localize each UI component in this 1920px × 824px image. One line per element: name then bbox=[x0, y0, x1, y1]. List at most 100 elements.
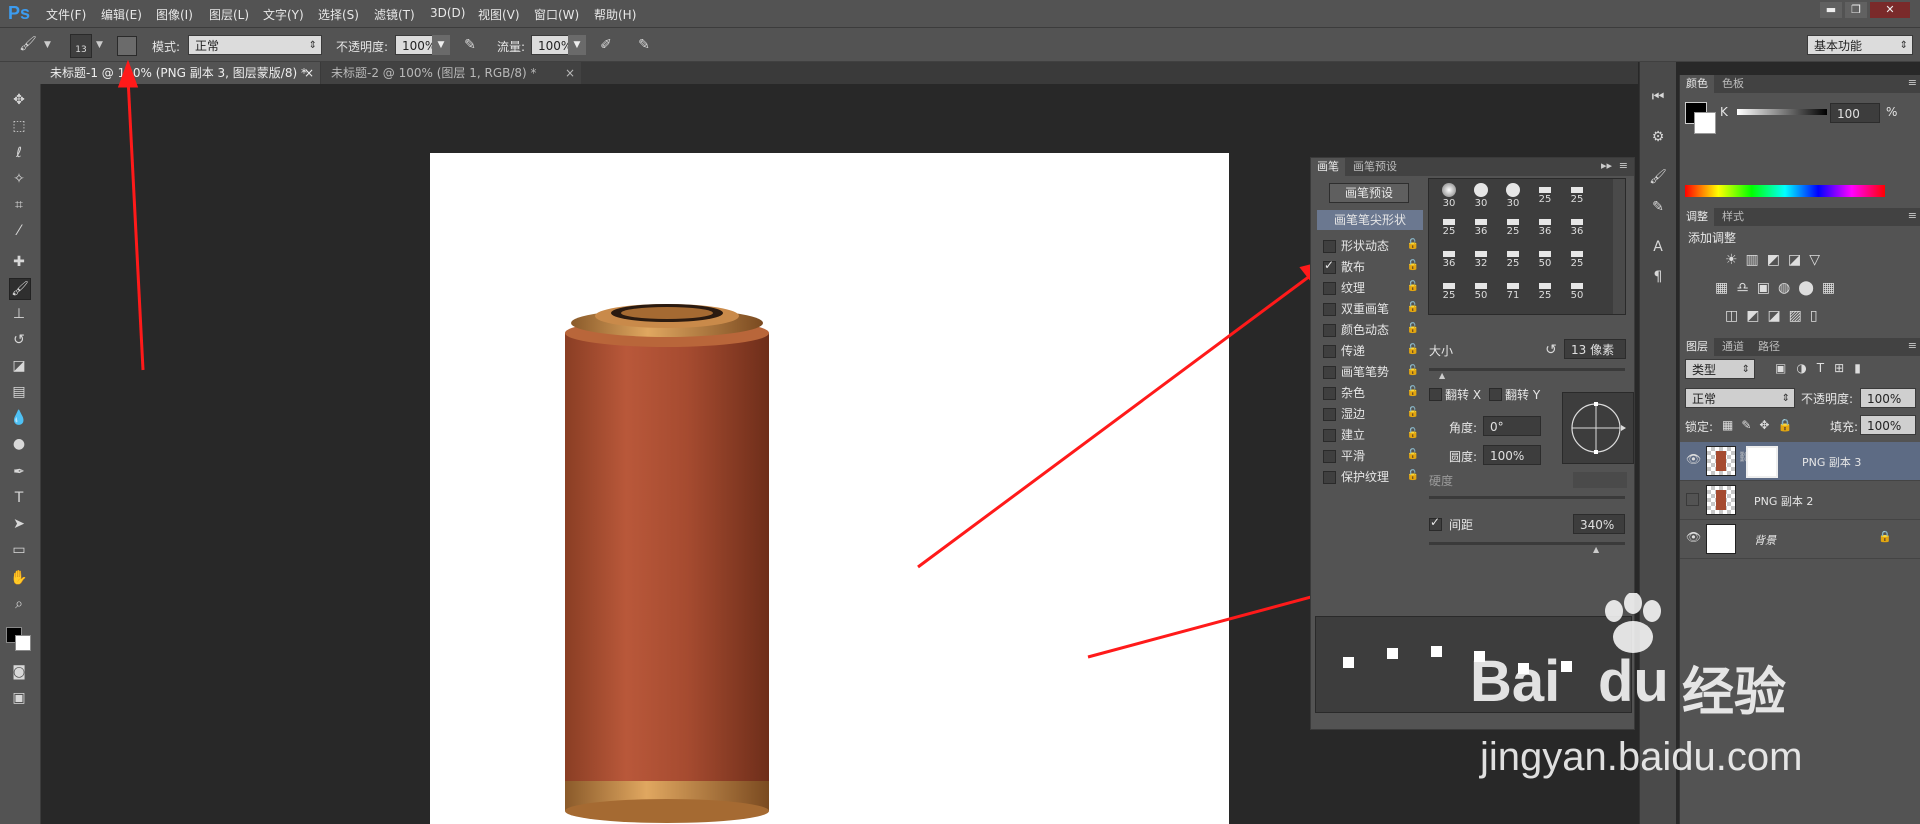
brush-tip-cell[interactable]: 36 bbox=[1433, 245, 1465, 275]
option-lock-icon[interactable]: 🔓 bbox=[1407, 260, 1419, 271]
brush-tip-cell[interactable]: 25 bbox=[1561, 245, 1593, 275]
brush-option-checkbox[interactable] bbox=[1323, 450, 1336, 463]
brush-option-row[interactable]: 建立 🔓 bbox=[1323, 426, 1419, 444]
brush-option-row[interactable]: 湿边 🔓 bbox=[1323, 405, 1419, 423]
brush-tip-cell[interactable]: 25 bbox=[1529, 277, 1561, 307]
spacing-checkbox[interactable] bbox=[1429, 515, 1442, 531]
option-lock-icon[interactable]: 🔓 bbox=[1407, 344, 1419, 355]
brush-option-checkbox[interactable] bbox=[1323, 240, 1336, 253]
color-spectrum[interactable] bbox=[1685, 185, 1885, 197]
properties-icon[interactable]: ⚙ bbox=[1648, 127, 1668, 147]
brush-tip-cell[interactable]: 25 bbox=[1433, 213, 1465, 243]
adjustment-icons-row2[interactable]: ▦♎▣◍⬤▦ bbox=[1715, 280, 1895, 300]
lock-icons[interactable]: ▦✎✥🔒 bbox=[1722, 418, 1800, 432]
brush-option-checkbox[interactable] bbox=[1323, 471, 1336, 484]
tip-grid-scrollbar[interactable] bbox=[1613, 179, 1625, 314]
brush-option-row[interactable]: 散布 🔓 bbox=[1323, 258, 1419, 276]
brush-presets-button[interactable]: 画笔预设 bbox=[1329, 183, 1409, 203]
brush-tip-cell[interactable]: 30 bbox=[1433, 181, 1465, 211]
option-lock-icon[interactable]: 🔓 bbox=[1407, 470, 1419, 481]
brush-dock-icon[interactable]: 🖌 bbox=[1648, 167, 1668, 187]
option-lock-icon[interactable]: 🔓 bbox=[1407, 407, 1419, 418]
panel-menu-icon[interactable]: ≡ bbox=[1908, 339, 1917, 352]
brush-option-checkbox[interactable] bbox=[1323, 366, 1336, 379]
blend-mode-select[interactable]: 正常 ⇕ bbox=[1685, 388, 1795, 408]
option-lock-icon[interactable]: 🔓 bbox=[1407, 386, 1419, 397]
brush-option-row[interactable]: 杂色 🔓 bbox=[1323, 384, 1419, 402]
brush-option-checkbox[interactable] bbox=[1323, 408, 1336, 421]
k-value-field[interactable]: 100 bbox=[1830, 103, 1880, 123]
brush-tip-cell[interactable]: 36 bbox=[1465, 213, 1497, 243]
visibility-toggle[interactable] bbox=[1686, 493, 1699, 506]
reset-size-icon[interactable]: ↺ bbox=[1541, 340, 1561, 360]
brush-option-checkbox[interactable] bbox=[1323, 387, 1336, 400]
brush-tip-cell[interactable]: 32 bbox=[1465, 245, 1497, 275]
brush-tip-cell[interactable]: 36 bbox=[1529, 213, 1561, 243]
layer-filter-icons[interactable]: ▣◑T⊞▮ bbox=[1775, 361, 1871, 375]
brush-tip-cell[interactable]: 25 bbox=[1497, 213, 1529, 243]
brush-option-checkbox[interactable] bbox=[1323, 324, 1336, 337]
brush-option-row[interactable]: 传递 🔓 bbox=[1323, 342, 1419, 360]
brush-option-row[interactable]: 颜色动态 🔓 bbox=[1323, 321, 1419, 339]
brush-tip-cell[interactable]: 50 bbox=[1529, 245, 1561, 275]
brush-option-row[interactable]: 双重画笔 🔓 bbox=[1323, 300, 1419, 318]
brush-tip-cell[interactable]: 25 bbox=[1529, 181, 1561, 211]
brush-tip-cell[interactable]: 50 bbox=[1465, 277, 1497, 307]
tab-swatches[interactable]: 色板 bbox=[1716, 75, 1750, 93]
size-slider[interactable] bbox=[1429, 368, 1625, 371]
tip-shape-item[interactable]: 画笔笔尖形状 bbox=[1317, 210, 1423, 230]
angle-roundness-widget[interactable] bbox=[1562, 392, 1634, 464]
adjustment-icons-row1[interactable]: ☀▥◩◪▽ bbox=[1725, 252, 1885, 272]
brush-option-checkbox[interactable] bbox=[1323, 303, 1336, 316]
collapse-icon[interactable]: ▸▸ bbox=[1601, 159, 1612, 172]
layer-row-background[interactable]: 👁 背景 🔒 bbox=[1680, 520, 1920, 559]
option-lock-icon[interactable]: 🔓 bbox=[1407, 323, 1419, 334]
brush-option-checkbox[interactable] bbox=[1323, 345, 1336, 358]
brush-tip-cell[interactable]: 36 bbox=[1561, 213, 1593, 243]
brush-option-checkbox[interactable] bbox=[1323, 258, 1336, 274]
brush-tip-cell[interactable]: 25 bbox=[1561, 181, 1593, 211]
option-lock-icon[interactable]: 🔓 bbox=[1407, 365, 1419, 376]
adjustment-icons-row3[interactable]: ◫◩◪▨▯ bbox=[1725, 308, 1885, 328]
tab-layers[interactable]: 图层 bbox=[1680, 338, 1714, 356]
tab-brush-presets[interactable]: 画笔预设 bbox=[1347, 158, 1403, 176]
brush-tip-cell[interactable]: 30 bbox=[1465, 181, 1497, 211]
brush-tip-cell[interactable]: 30 bbox=[1497, 181, 1529, 211]
k-slider[interactable] bbox=[1737, 109, 1827, 115]
brush-tip-cell[interactable]: 25 bbox=[1433, 277, 1465, 307]
layer-row-png3[interactable]: 👁 ⛓ PNG 副本 3 bbox=[1680, 442, 1920, 481]
brush-tip-cell[interactable]: 50 bbox=[1561, 277, 1593, 307]
brush-option-row[interactable]: 保护纹理 🔓 bbox=[1323, 468, 1419, 486]
spacing-field[interactable]: 340% bbox=[1573, 514, 1625, 534]
option-lock-icon[interactable]: 🔓 bbox=[1407, 239, 1419, 250]
option-lock-icon[interactable]: 🔓 bbox=[1407, 449, 1419, 460]
brush-tip-cell[interactable]: 25 bbox=[1497, 245, 1529, 275]
bg-color-chip[interactable] bbox=[1694, 112, 1716, 134]
brush-tip-grid[interactable]: 30 30 30 25 25 25 36 25 36 36 36 32 25 50 25 25 50 71 25 50 bbox=[1428, 178, 1626, 315]
option-lock-icon[interactable]: 🔓 bbox=[1407, 428, 1419, 439]
tab-brush[interactable]: 画笔 bbox=[1311, 158, 1345, 176]
angle-field[interactable]: 0° bbox=[1483, 416, 1541, 436]
option-lock-icon[interactable]: 🔓 bbox=[1407, 281, 1419, 292]
paragraph-icon[interactable]: ¶ bbox=[1648, 267, 1668, 287]
tab-channels[interactable]: 通道 bbox=[1716, 338, 1750, 356]
tab-paths[interactable]: 路径 bbox=[1752, 338, 1786, 356]
flip-x-checkbox[interactable] bbox=[1429, 388, 1442, 401]
tab-styles[interactable]: 样式 bbox=[1716, 208, 1750, 226]
spacing-slider-thumb[interactable]: ▲ bbox=[1593, 545, 1599, 554]
panel-menu-icon[interactable]: ≡ bbox=[1908, 76, 1917, 89]
fill-field[interactable]: 100% bbox=[1860, 415, 1916, 435]
layer-mask-thumbnail[interactable] bbox=[1746, 446, 1778, 478]
panel-menu-icon[interactable]: ≡ bbox=[1908, 209, 1917, 222]
panel-menu-icon[interactable]: ≡ bbox=[1619, 159, 1628, 172]
size-slider-thumb[interactable]: ▲ bbox=[1439, 371, 1445, 380]
brush-option-row[interactable]: 形状动态 🔓 bbox=[1323, 237, 1419, 255]
tab-color[interactable]: 颜色 bbox=[1680, 75, 1714, 93]
layer-row-png2[interactable]: PNG 副本 2 bbox=[1680, 481, 1920, 520]
brush-tip-cell[interactable]: 71 bbox=[1497, 277, 1529, 307]
brush-option-checkbox[interactable] bbox=[1323, 429, 1336, 442]
layer-filter-select[interactable]: 类型 ⇕ bbox=[1685, 359, 1755, 379]
option-lock-icon[interactable]: 🔓 bbox=[1407, 302, 1419, 313]
visibility-eye-icon[interactable]: 👁 bbox=[1686, 530, 1701, 544]
brush-option-row[interactable]: 纹理 🔓 bbox=[1323, 279, 1419, 297]
